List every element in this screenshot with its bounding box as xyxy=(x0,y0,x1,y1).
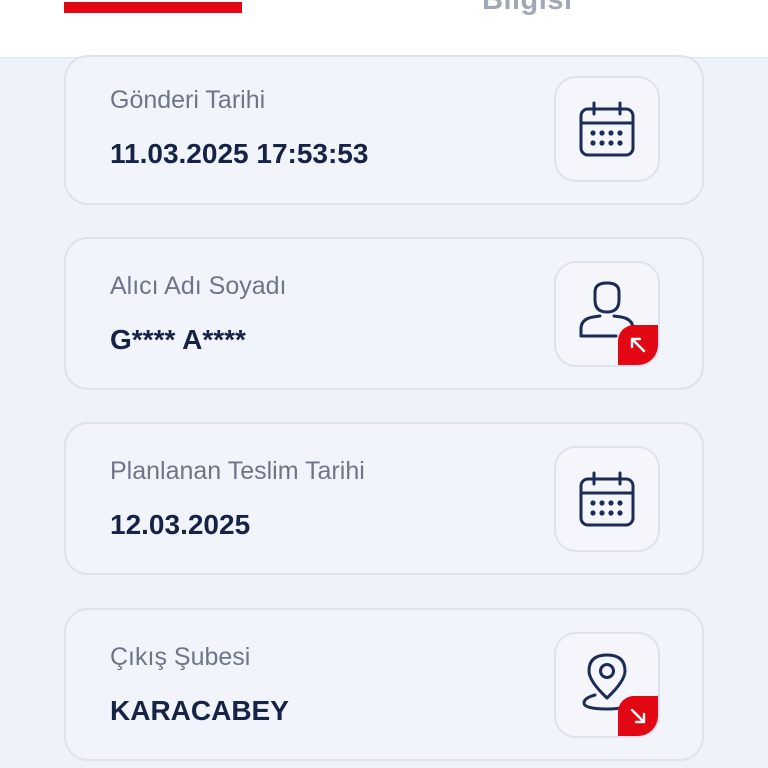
shipment-date-label: Gönderi Tarihi xyxy=(110,86,266,114)
active-tab-indicator xyxy=(64,2,242,13)
arrow-up-left-icon xyxy=(630,337,646,353)
card-departure-branch: Çıkış Şubesi KARACABEY xyxy=(64,608,704,761)
card-shipment-date: Gönderi Tarihi 11.03.2025 17:53:53 xyxy=(64,55,704,205)
planned-delivery-label: Planlanan Teslim Tarihi xyxy=(110,457,365,485)
shipment-date-value: 11.03.2025 17:53:53 xyxy=(110,138,369,169)
departure-branch-value: KARACABEY xyxy=(110,695,289,726)
tab-bar: Bilgisi xyxy=(0,0,768,58)
calendar-icon xyxy=(579,471,635,527)
calendar-icon xyxy=(579,101,635,157)
recipient-name-value: G**** A**** xyxy=(110,324,246,355)
branch-icon-button[interactable] xyxy=(554,632,660,738)
recipient-name-label: Alıcı Adı Soyadı xyxy=(110,272,287,300)
planned-delivery-value: 12.03.2025 xyxy=(110,509,251,540)
shipment-details-screen: Bilgisi Gönderi Tarihi 11.03.2025 17:53:… xyxy=(0,0,768,768)
tab-info[interactable]: Bilgisi xyxy=(482,0,573,17)
recipient-icon-button[interactable] xyxy=(554,261,660,367)
arrow-down-right-icon xyxy=(630,708,646,724)
calendar-icon-box xyxy=(554,446,660,552)
recipient-badge xyxy=(618,325,658,365)
card-recipient-name: Alıcı Adı Soyadı G**** A**** xyxy=(64,237,704,390)
departure-branch-label: Çıkış Şubesi xyxy=(110,643,251,671)
branch-badge xyxy=(618,696,658,736)
calendar-icon-box xyxy=(554,76,660,182)
card-planned-delivery-date: Planlanan Teslim Tarihi 12.03.2025 xyxy=(64,422,704,575)
